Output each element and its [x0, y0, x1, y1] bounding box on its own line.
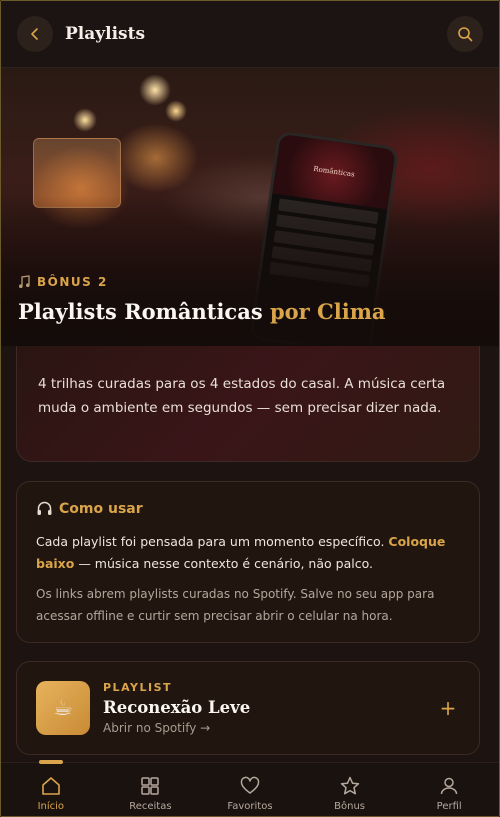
hero-text: BÔNUS 2 Playlists Românticas por Clima: [18, 275, 386, 324]
chevron-left-icon: [31, 28, 38, 40]
music-note-icon: [19, 275, 30, 288]
hero-banner: Românticas BÔNUS 2 Playlists Românticas …: [1, 68, 499, 346]
expand-button[interactable]: +: [436, 696, 460, 720]
nav-item-receitas[interactable]: Receitas: [101, 763, 201, 816]
how-to-use-header: Como usar: [36, 500, 460, 517]
intro-text: 4 trilhas curadas para os 4 estados do c…: [38, 376, 446, 416]
nav-item-perfil[interactable]: Perfil: [399, 763, 499, 816]
playlist-title: Reconexão Leve: [103, 698, 251, 717]
nav-item-favoritos[interactable]: Favoritos: [200, 763, 300, 816]
hero-title: Playlists Românticas por Clima: [18, 299, 386, 324]
candle-flame: [139, 74, 171, 106]
grid-icon: [141, 777, 160, 795]
back-button[interactable]: [17, 16, 53, 52]
how-to-use-card: Como usar Cada playlist foi pensada para…: [16, 481, 480, 643]
nav-label: Receitas: [129, 801, 172, 812]
how-to-use-text: — música nesse contexto é cenário, não p…: [78, 556, 373, 571]
how-to-use-text: Cada playlist foi pensada para um moment…: [36, 534, 385, 549]
active-tab-indicator: [39, 760, 63, 764]
nav-label: Perfil: [436, 801, 462, 812]
star-icon: [340, 776, 359, 795]
bonus-tag: BÔNUS 2: [18, 275, 386, 289]
app-screen: Playlists Românticas BÔNUS 2 Playlists R…: [0, 0, 500, 817]
playlist-label: PLAYLIST: [103, 681, 173, 694]
how-to-use-note: Os links abrem playlists curadas no Spot…: [36, 587, 435, 623]
bonus-tag-label: BÔNUS 2: [37, 275, 108, 289]
how-to-use-title: Como usar: [59, 500, 143, 517]
nav-label: Bônus: [334, 801, 366, 812]
candle-flame: [165, 100, 187, 122]
headphones-icon: [37, 501, 52, 515]
search-icon: [458, 27, 473, 42]
home-icon: [41, 777, 60, 795]
open-spotify-link[interactable]: Abrir no Spotify →: [103, 721, 436, 735]
bottom-navigation: Início Receitas Favoritos Bônus Perfil: [1, 760, 499, 816]
nav-label: Favoritos: [227, 801, 273, 812]
how-to-use-paragraph: Cada playlist foi pensada para um moment…: [36, 531, 460, 575]
playlist-info: PLAYLIST Reconexão Leve Abrir no Spotify…: [103, 681, 436, 735]
nav-item-inicio[interactable]: Início: [1, 763, 101, 816]
page-title: Playlists: [65, 24, 146, 44]
hero-title-main: Playlists Românticas: [18, 299, 263, 324]
search-button[interactable]: [447, 16, 483, 52]
heart-icon: [240, 776, 260, 794]
top-bar: Playlists: [1, 1, 499, 68]
playlist-card[interactable]: ☕ PLAYLIST Reconexão Leve Abrir no Spoti…: [16, 661, 480, 755]
nav-item-bonus[interactable]: Bônus: [300, 763, 400, 816]
nav-label: Início: [37, 801, 65, 812]
user-icon: [440, 777, 458, 795]
coffee-cup-icon: ☕: [36, 681, 90, 735]
hero-title-accent: por Clima: [269, 299, 386, 324]
candle-flame: [73, 108, 97, 132]
intro-card: 4 trilhas curadas para os 4 estados do c…: [16, 346, 480, 462]
